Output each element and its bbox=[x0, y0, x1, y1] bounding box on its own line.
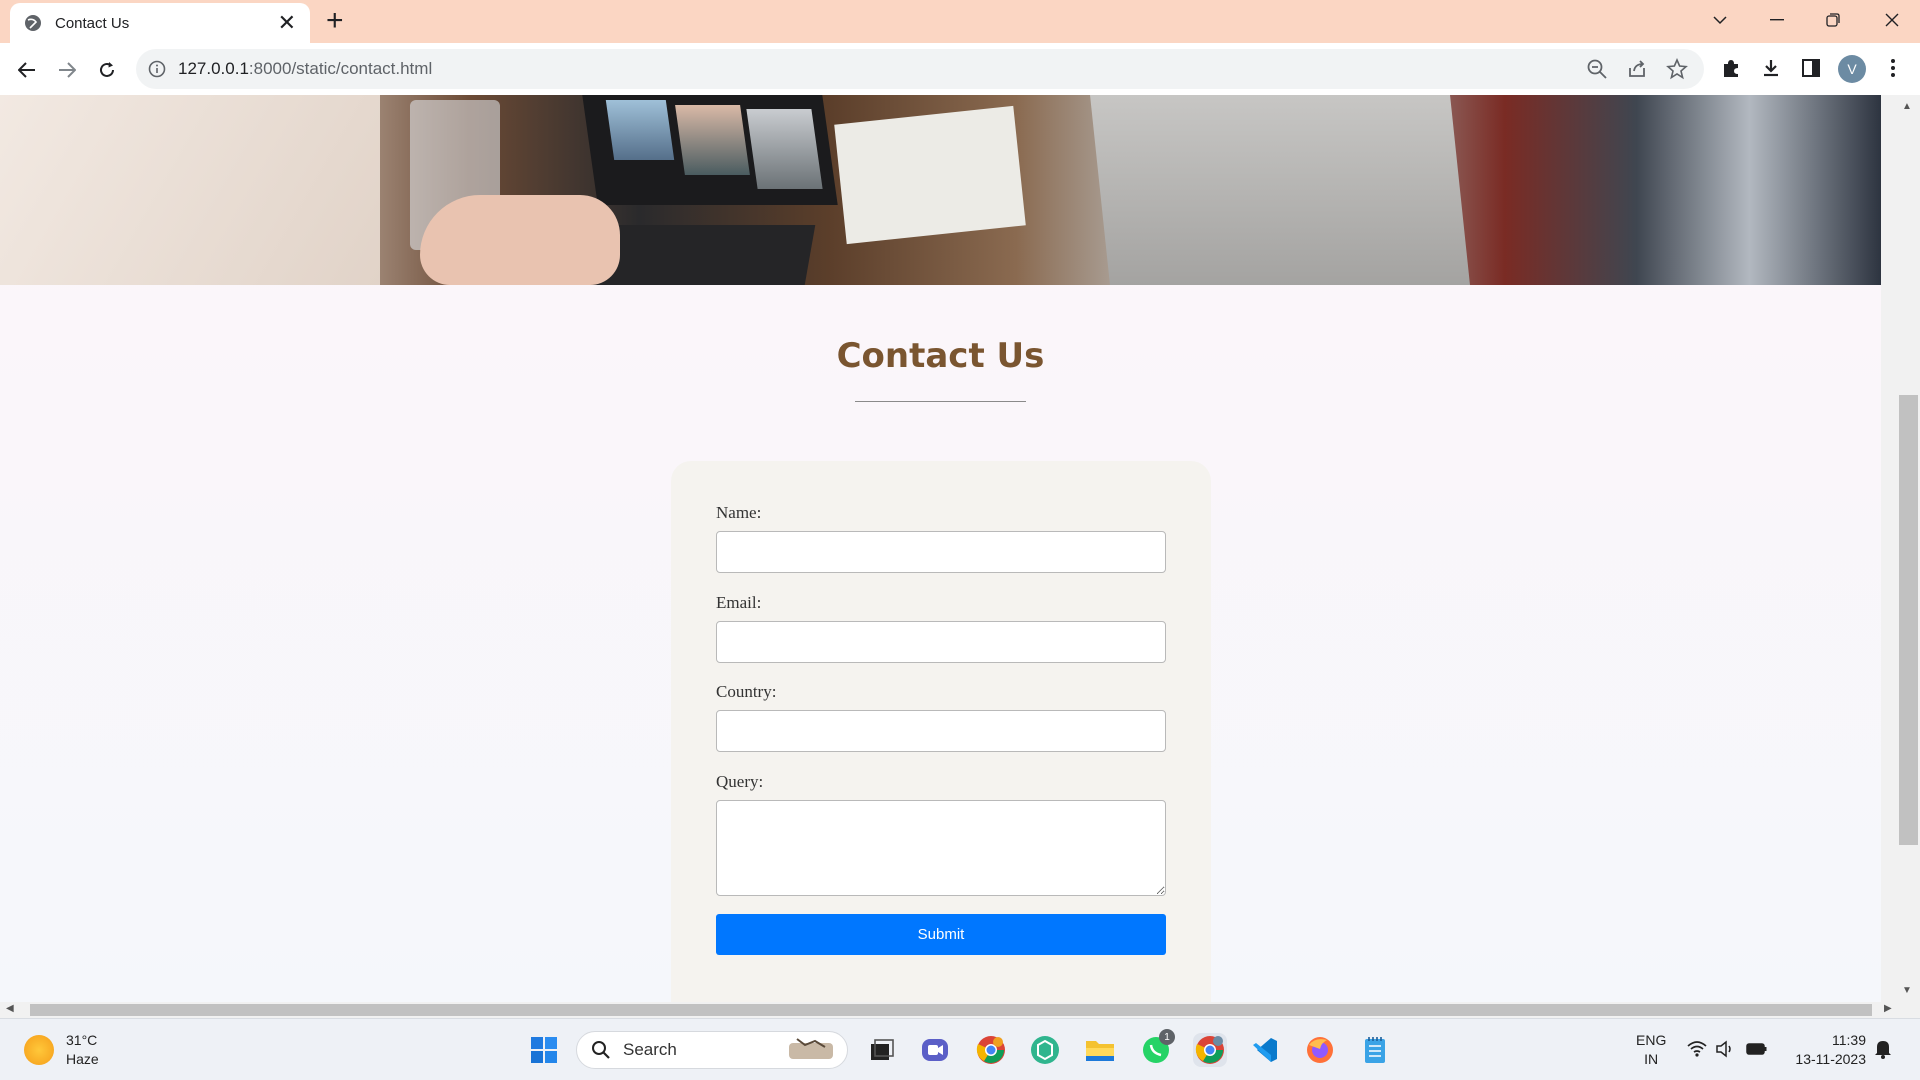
vertical-scroll-thumb[interactable] bbox=[1899, 395, 1918, 845]
browser-tab[interactable]: Contact Us ✕ bbox=[10, 3, 310, 43]
title-divider bbox=[855, 401, 1026, 402]
back-arrow-icon[interactable] bbox=[12, 55, 42, 85]
horizontal-scroll-thumb[interactable] bbox=[30, 1004, 1872, 1016]
zoom-out-icon[interactable] bbox=[1586, 58, 1608, 80]
scroll-up-arrow-icon[interactable]: ▲ bbox=[1902, 101, 1912, 112]
hero-image bbox=[0, 95, 1881, 285]
page-viewport: Contact Us Name: Email: Country: Query: … bbox=[0, 95, 1881, 1002]
horizontal-scrollbar[interactable]: ◀ ▶ bbox=[0, 1002, 1920, 1018]
tab-search-chevron-icon[interactable] bbox=[1695, 4, 1745, 36]
firefox-icon[interactable] bbox=[1303, 1033, 1337, 1067]
minimize-button[interactable] bbox=[1752, 4, 1802, 36]
new-tab-button[interactable]: + bbox=[326, 6, 344, 36]
address-bar[interactable]: 127.0.0.1:8000/static/contact.html bbox=[136, 49, 1704, 89]
globe-icon bbox=[25, 15, 41, 31]
share-icon[interactable] bbox=[1626, 58, 1648, 80]
vertical-scrollbar[interactable]: ▲ ▼ bbox=[1881, 95, 1920, 1002]
weather-temp: 31°C bbox=[66, 1032, 98, 1048]
country-label: Country: bbox=[716, 682, 777, 701]
country-input[interactable] bbox=[716, 710, 1166, 752]
notification-bell-icon[interactable] bbox=[1874, 1039, 1892, 1059]
tab-title: Contact Us bbox=[55, 14, 130, 32]
teams-icon[interactable] bbox=[918, 1033, 952, 1067]
weather-widget[interactable]: 31°C Haze bbox=[24, 1031, 99, 1069]
whatsapp-icon[interactable]: 1 bbox=[1139, 1029, 1175, 1067]
notepad-icon[interactable] bbox=[1358, 1033, 1392, 1067]
clock[interactable]: 11:39 13-11-2023 bbox=[1788, 1031, 1866, 1069]
weather-desc: Haze bbox=[66, 1051, 99, 1067]
submit-button[interactable]: Submit bbox=[716, 914, 1166, 955]
chrome-profile-icon[interactable] bbox=[974, 1033, 1008, 1067]
site-info-icon[interactable] bbox=[148, 60, 166, 78]
language-indicator[interactable]: ENG IN bbox=[1636, 1031, 1666, 1069]
search-label: Search bbox=[623, 1040, 677, 1059]
search-highlight-icon bbox=[789, 1038, 833, 1059]
search-icon bbox=[592, 1041, 610, 1059]
email-input[interactable] bbox=[716, 621, 1166, 663]
contact-form: Name: Email: Country: Query: Submit bbox=[671, 461, 1211, 1002]
whatsapp-badge: 1 bbox=[1159, 1029, 1175, 1045]
scroll-left-arrow-icon[interactable]: ◀ bbox=[6, 1003, 14, 1014]
volume-icon[interactable] bbox=[1714, 1039, 1736, 1059]
chatgpt-icon[interactable] bbox=[1028, 1033, 1062, 1067]
browser-toolbar: 127.0.0.1:8000/static/contact.html V bbox=[0, 43, 1920, 95]
email-label: Email: bbox=[716, 593, 762, 612]
browser-tab-strip: Contact Us ✕ + bbox=[0, 0, 1920, 43]
download-icon[interactable] bbox=[1758, 55, 1784, 81]
close-tab-icon[interactable]: ✕ bbox=[278, 12, 296, 34]
task-view-icon[interactable] bbox=[865, 1033, 899, 1067]
wifi-icon[interactable] bbox=[1686, 1039, 1708, 1059]
chrome-active-icon[interactable] bbox=[1193, 1033, 1227, 1067]
url-text[interactable]: 127.0.0.1:8000/static/contact.html bbox=[178, 59, 432, 79]
windows-taskbar: 31°C Haze Search 1 ENG IN 11:39 13-11-20… bbox=[0, 1018, 1920, 1080]
battery-icon[interactable] bbox=[1746, 1039, 1768, 1059]
name-input[interactable] bbox=[716, 531, 1166, 573]
restore-button[interactable] bbox=[1808, 4, 1858, 36]
name-label: Name: bbox=[716, 503, 762, 522]
profile-avatar[interactable]: V bbox=[1838, 55, 1866, 83]
haze-sun-icon bbox=[24, 1035, 54, 1065]
forward-arrow-icon[interactable] bbox=[52, 55, 82, 85]
bookmark-star-icon[interactable] bbox=[1666, 58, 1688, 80]
extensions-puzzle-icon[interactable] bbox=[1718, 55, 1744, 81]
query-textarea[interactable] bbox=[716, 800, 1166, 896]
vscode-icon[interactable] bbox=[1248, 1033, 1282, 1067]
kebab-menu-icon[interactable] bbox=[1880, 55, 1906, 81]
scroll-right-arrow-icon[interactable]: ▶ bbox=[1884, 1003, 1892, 1014]
file-explorer-icon[interactable] bbox=[1083, 1033, 1117, 1067]
windows-start-icon[interactable] bbox=[527, 1033, 561, 1067]
close-window-button[interactable] bbox=[1867, 4, 1917, 36]
scroll-down-arrow-icon[interactable]: ▼ bbox=[1902, 985, 1912, 996]
reload-icon[interactable] bbox=[92, 55, 122, 85]
query-label: Query: bbox=[716, 772, 764, 791]
taskbar-search[interactable]: Search bbox=[576, 1031, 848, 1069]
side-panel-icon[interactable] bbox=[1798, 55, 1824, 81]
page-title: Contact Us bbox=[836, 336, 1045, 376]
